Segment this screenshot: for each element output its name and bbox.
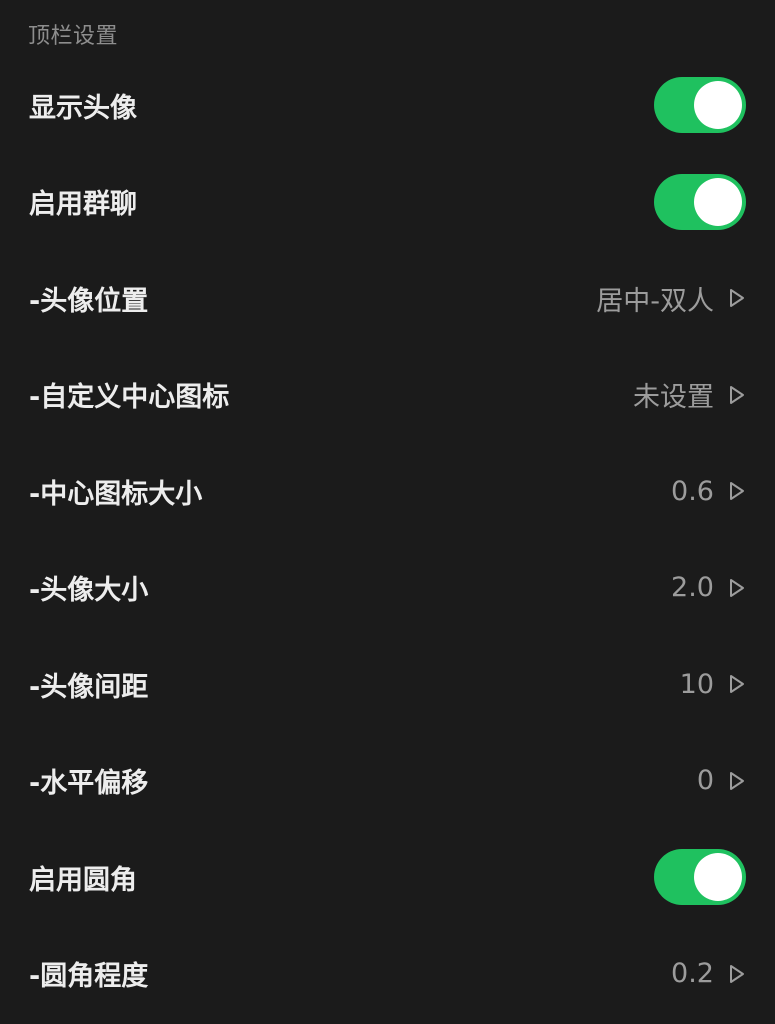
chevron-right-icon bbox=[730, 289, 744, 308]
chevron-right-icon bbox=[730, 482, 744, 501]
setting-label: 显示头像 bbox=[29, 92, 137, 124]
setting-label: 启用圆角 bbox=[29, 864, 137, 896]
setting-avatar-spacing[interactable]: -头像间距 10 bbox=[0, 636, 775, 733]
enable-rounded-corners-toggle[interactable] bbox=[654, 849, 746, 906]
section-title: 顶栏设置 bbox=[28, 24, 119, 49]
toggle-knob bbox=[694, 177, 742, 226]
setting-enable-rounded-corners[interactable]: 启用圆角 bbox=[0, 829, 775, 926]
setting-label: -头像间距 bbox=[29, 671, 149, 703]
chevron-right-icon bbox=[730, 578, 744, 597]
setting-label: -中心图标大小 bbox=[29, 478, 203, 510]
chevron-right-icon bbox=[730, 771, 744, 790]
setting-value-group: 0.6 bbox=[671, 476, 746, 507]
setting-value: 10 bbox=[679, 668, 714, 700]
setting-value: 0.6 bbox=[671, 475, 714, 507]
setting-label: -自定义中心图标 bbox=[29, 382, 230, 414]
chevron-right-icon bbox=[730, 675, 744, 694]
setting-value-group: 居中-双人 bbox=[596, 279, 746, 318]
setting-label: -圆角程度 bbox=[29, 961, 149, 993]
setting-corner-radius[interactable]: -圆角程度 0.2 bbox=[0, 926, 775, 1023]
setting-value-group: 0.2 bbox=[671, 958, 746, 989]
show-avatar-toggle[interactable] bbox=[654, 77, 746, 134]
setting-value-group: 未设置 bbox=[633, 375, 746, 414]
settings-list: 显示头像 启用群聊 -头像位置 居中-双人 -自定义中心图标 未设置 -中心图标… bbox=[0, 57, 775, 1022]
setting-label: -头像大小 bbox=[29, 575, 149, 607]
setting-enable-group-chat[interactable]: 启用群聊 bbox=[0, 154, 775, 251]
setting-show-avatar[interactable]: 显示头像 bbox=[0, 57, 775, 154]
setting-value: 居中-双人 bbox=[596, 285, 714, 317]
toggle-knob bbox=[694, 853, 742, 902]
setting-label: -水平偏移 bbox=[29, 768, 149, 800]
chevron-right-icon bbox=[730, 385, 744, 404]
toggle-knob bbox=[694, 81, 742, 130]
setting-label: -头像位置 bbox=[29, 285, 149, 317]
setting-value-group: 0 bbox=[697, 765, 746, 796]
setting-value: 0.2 bbox=[671, 958, 714, 990]
setting-value: 未设置 bbox=[633, 382, 714, 414]
chevron-right-icon bbox=[730, 964, 744, 983]
setting-value-group: 2.0 bbox=[671, 572, 746, 603]
setting-value: 2.0 bbox=[671, 572, 714, 604]
setting-avatar-size[interactable]: -头像大小 2.0 bbox=[0, 540, 775, 637]
setting-avatar-position[interactable]: -头像位置 居中-双人 bbox=[0, 250, 775, 347]
setting-center-icon-size[interactable]: -中心图标大小 0.6 bbox=[0, 443, 775, 540]
setting-value: 0 bbox=[696, 765, 714, 797]
setting-value-group: 10 bbox=[680, 669, 746, 700]
setting-horizontal-offset[interactable]: -水平偏移 0 bbox=[0, 733, 775, 830]
setting-label: 启用群聊 bbox=[29, 189, 137, 221]
enable-group-chat-toggle[interactable] bbox=[654, 173, 746, 230]
setting-custom-center-icon[interactable]: -自定义中心图标 未设置 bbox=[0, 347, 775, 444]
